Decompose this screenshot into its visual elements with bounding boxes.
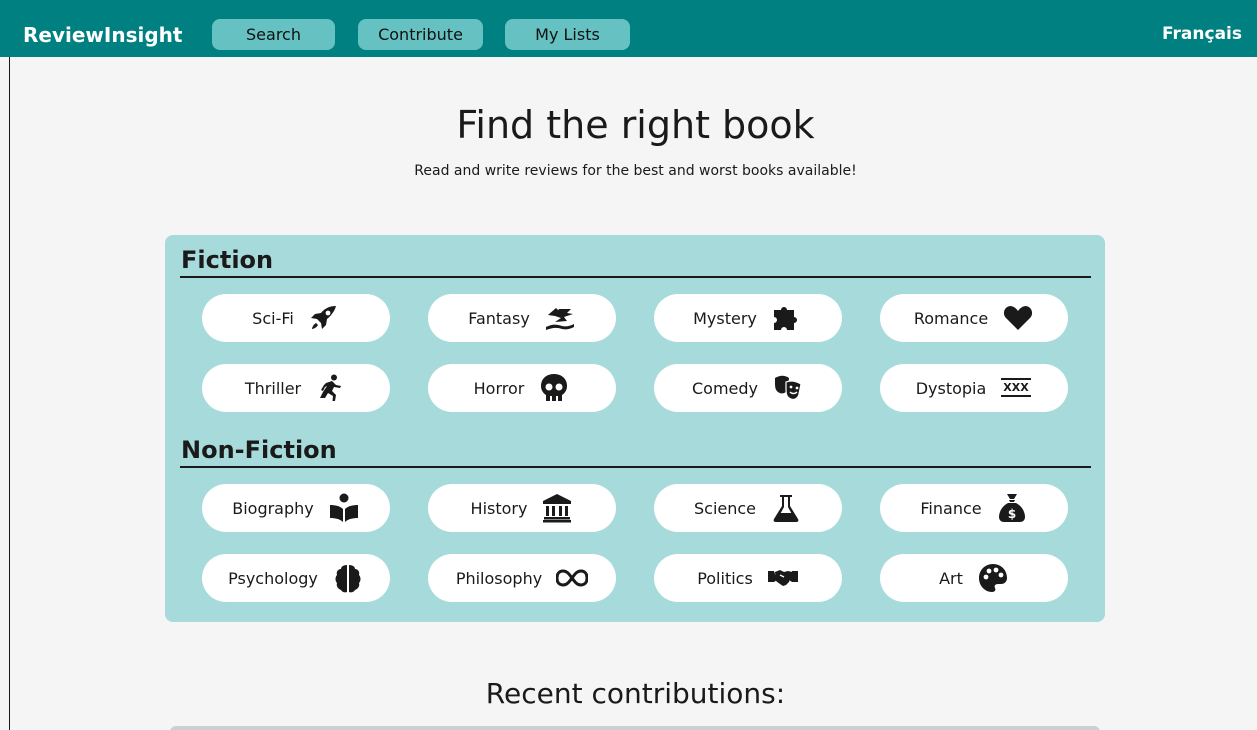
- genre-label: Thriller: [244, 378, 302, 398]
- genre-label: Mystery: [693, 308, 757, 328]
- language-toggle[interactable]: Français: [1162, 24, 1242, 44]
- genre-button-romance[interactable]: Romance: [880, 294, 1068, 342]
- genre-label: Romance: [913, 308, 989, 328]
- genre-button-horror[interactable]: Horror: [428, 364, 616, 412]
- genre-label: Philosophy: [455, 568, 543, 588]
- page-subtitle: Read and write reviews for the best and …: [414, 163, 857, 179]
- my-lists-button[interactable]: My Lists: [505, 19, 630, 50]
- genre-button-philosophy[interactable]: Philosophy: [428, 554, 616, 602]
- genre-label: Horror: [473, 378, 525, 398]
- handshake-icon: [767, 563, 799, 593]
- page-left-border: [9, 57, 10, 730]
- genre-label: Sci-Fi: [252, 308, 294, 328]
- genre-label: Art: [939, 568, 963, 588]
- genre-label: Politics: [697, 568, 753, 588]
- genre-button-comedy[interactable]: Comedy: [654, 364, 842, 412]
- genre-button-biography[interactable]: Biography: [202, 484, 390, 532]
- genre-label: Psychology: [228, 568, 318, 588]
- genre-button-thriller[interactable]: Thriller: [202, 364, 390, 412]
- genre-button-history[interactable]: History: [428, 484, 616, 532]
- skull-icon: [538, 373, 570, 403]
- puzzle-icon: [771, 303, 803, 333]
- infinity-icon: [556, 563, 589, 593]
- contribute-button[interactable]: Contribute: [358, 19, 483, 50]
- heart-icon: [1002, 303, 1034, 333]
- palette-icon: [977, 563, 1009, 593]
- genre-label: History: [470, 498, 528, 518]
- genre-label: Science: [693, 498, 757, 518]
- running-icon: [315, 373, 347, 403]
- nonfiction-divider: [180, 466, 1091, 468]
- genre-label: Comedy: [691, 378, 758, 398]
- money-bag-icon: $: [996, 493, 1028, 523]
- masks-icon: [772, 373, 804, 403]
- genre-button-fantasy[interactable]: Fantasy: [428, 294, 616, 342]
- genre-button-psychology[interactable]: Psychology: [202, 554, 390, 602]
- reader-icon: [328, 493, 360, 523]
- genre-button-mystery[interactable]: Mystery: [654, 294, 842, 342]
- genre-button-dystopia[interactable]: Dystopia XXX: [880, 364, 1068, 412]
- genre-button-art[interactable]: Art: [880, 554, 1068, 602]
- fiction-heading: Fiction: [181, 246, 274, 274]
- flask-icon: [770, 493, 802, 523]
- page-title: Find the right book: [456, 103, 815, 147]
- genre-button-science[interactable]: Science: [654, 484, 842, 532]
- genre-panel: Fiction Sci-Fi Fantasy Mystery Romance T…: [165, 235, 1105, 622]
- search-button[interactable]: Search: [212, 19, 335, 50]
- landmark-icon: [541, 493, 573, 523]
- recent-contributions-heading: Recent contributions:: [485, 677, 786, 710]
- genre-label: Biography: [232, 498, 314, 518]
- svg-text:XXX: XXX: [1004, 381, 1030, 394]
- navbar: ReviewInsight Search Contribute My Lists…: [0, 0, 1257, 57]
- genre-button-finance[interactable]: Finance $: [880, 484, 1068, 532]
- fiction-divider: [180, 276, 1091, 278]
- rocket-icon: [308, 303, 340, 333]
- brain-icon: [332, 563, 364, 593]
- genre-label: Dystopia: [915, 378, 987, 398]
- genre-button-politics[interactable]: Politics: [654, 554, 842, 602]
- dragon-icon: [544, 303, 576, 333]
- svg-text:$: $: [1007, 507, 1015, 521]
- genre-label: Finance: [920, 498, 982, 518]
- brand-logo[interactable]: ReviewInsight: [23, 22, 182, 48]
- genre-label: Fantasy: [468, 308, 530, 328]
- recent-contributions-card: [170, 726, 1100, 730]
- nonfiction-heading: Non-Fiction: [181, 436, 337, 464]
- xxx-icon: XXX: [1000, 373, 1032, 403]
- genre-button-sci-fi[interactable]: Sci-Fi: [202, 294, 390, 342]
